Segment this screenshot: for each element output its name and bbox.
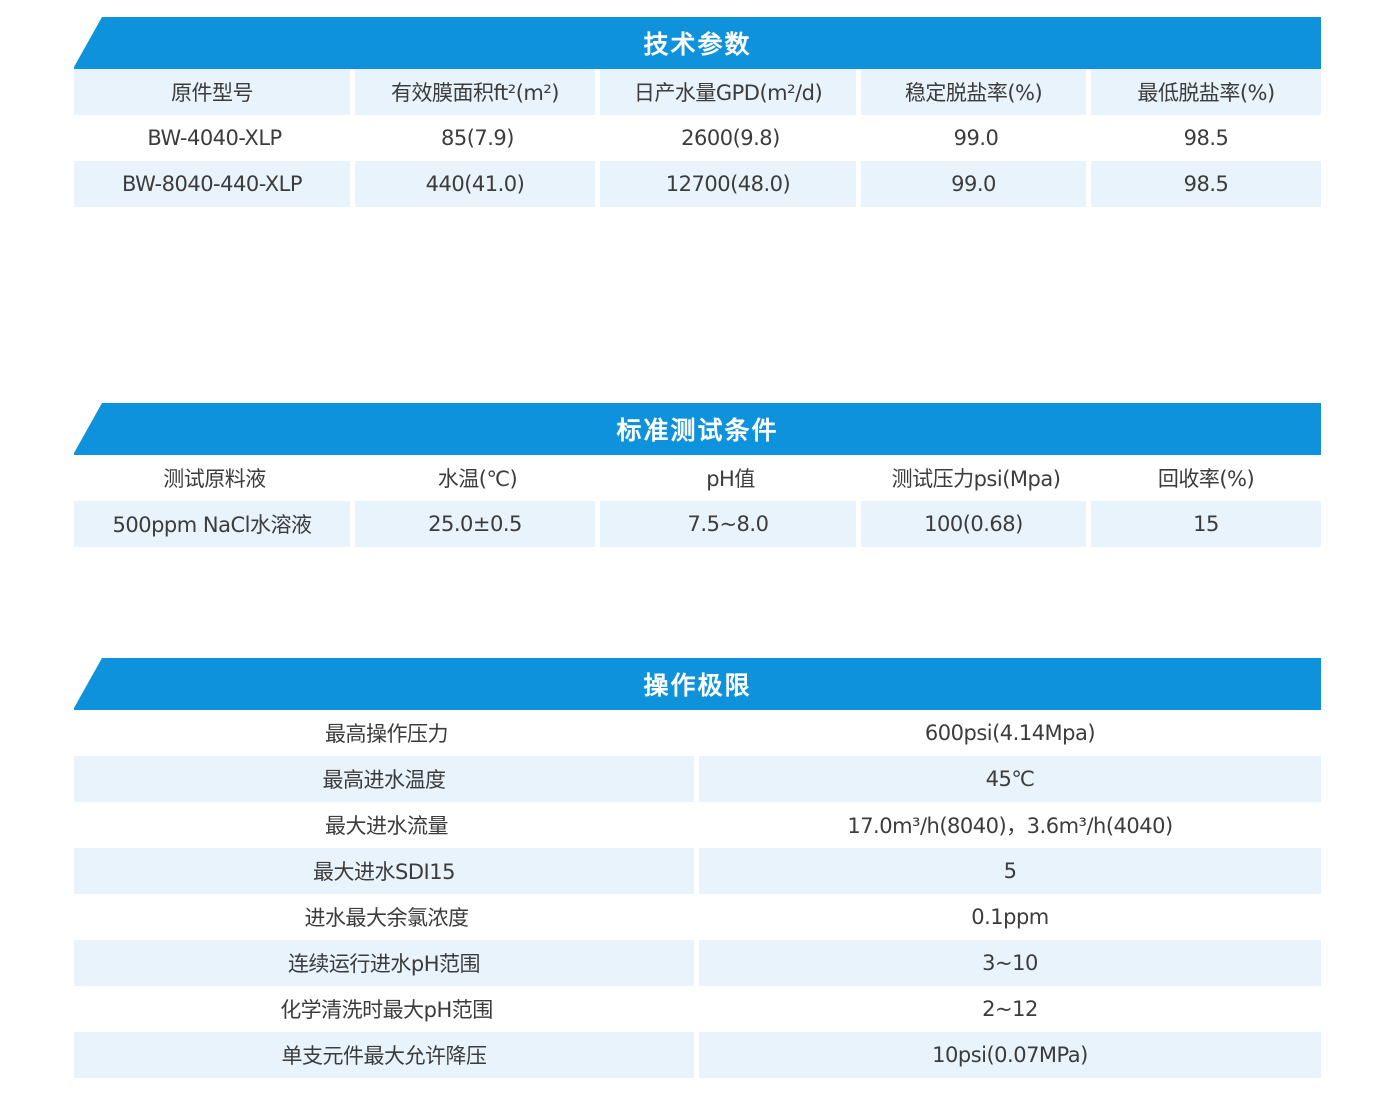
table-row: BW-8040-440-XLP 440(41.0) 12700(48.0) 99… <box>74 161 1321 207</box>
limit-label: 最大进水流量 <box>325 814 449 838</box>
test-conditions-table: 测试原料液 水温(℃) pH值 测试压力psi(Mpa) 回收率(%) 500p… <box>74 455 1321 547</box>
limit-value: 3~10 <box>699 940 1321 986</box>
table-row: 化学清洗时最大pH范围 2~12 <box>74 986 1321 1032</box>
header-cell: 原件型号 <box>74 69 355 115</box>
limits-table: 最高操作压力 600psi(4.14Mpa) 最高进水温度 45℃ 最大进水流量… <box>74 710 1321 1078</box>
header-cell: 水温(℃) <box>437 467 518 491</box>
test-conditions-banner: 标准测试条件 <box>74 403 1321 455</box>
header-cell: 日产水量GPD(m²/d) <box>600 69 861 115</box>
table-row: 最大进水SDI15 5 <box>74 848 1321 894</box>
table-cell: BW-4040-XLP <box>147 126 282 150</box>
table-cell: 98.5 <box>1091 161 1321 207</box>
header-cell: pH值 <box>706 467 755 491</box>
tech-params-section: 技术参数 原件型号 有效膜面积ft²(m²) 日产水量GPD(m²/d) 稳定脱… <box>74 17 1321 207</box>
limit-value: 10psi(0.07MPa) <box>699 1032 1321 1078</box>
table-cell: 7.5~8.0 <box>600 501 861 547</box>
table-cell: 2600(9.8) <box>681 126 780 150</box>
table-cell: 100(0.68) <box>861 501 1091 547</box>
limit-label: 单支元件最大允许降压 <box>74 1032 699 1078</box>
table-cell: 99.0 <box>953 126 999 150</box>
table-row: 最大进水流量 17.0m³/h(8040)，3.6m³/h(4040) <box>74 802 1321 848</box>
table-header-row: 测试原料液 水温(℃) pH值 测试压力psi(Mpa) 回收率(%) <box>74 455 1321 501</box>
limit-value: 2~12 <box>982 997 1038 1021</box>
test-conditions-section: 标准测试条件 测试原料液 水温(℃) pH值 测试压力psi(Mpa) 回收率(… <box>74 403 1321 547</box>
limit-label: 连续运行进水pH范围 <box>74 940 699 986</box>
limits-title: 操作极限 <box>643 671 752 700</box>
header-cell: 稳定脱盐率(%) <box>861 69 1091 115</box>
table-cell: 15 <box>1091 501 1321 547</box>
limit-label: 最大进水SDI15 <box>74 848 699 894</box>
table-row: 最高进水温度 45℃ <box>74 756 1321 802</box>
table-row: 最高操作压力 600psi(4.14Mpa) <box>74 710 1321 756</box>
table-cell: 12700(48.0) <box>600 161 861 207</box>
table-cell: 25.0±0.5 <box>355 501 600 547</box>
table-row: 单支元件最大允许降压 10psi(0.07MPa) <box>74 1032 1321 1078</box>
table-header-row: 原件型号 有效膜面积ft²(m²) 日产水量GPD(m²/d) 稳定脱盐率(%)… <box>74 69 1321 115</box>
table-row: 500ppm NaCl水溶液 25.0±0.5 7.5~8.0 100(0.68… <box>74 501 1321 547</box>
table-row: 进水最大余氯浓度 0.1ppm <box>74 894 1321 940</box>
table-cell: 85(7.9) <box>440 126 515 150</box>
limit-value: 45℃ <box>699 756 1321 802</box>
table-row: BW-4040-XLP 85(7.9) 2600(9.8) 99.0 98.5 <box>74 115 1321 161</box>
table-cell: 500ppm NaCl水溶液 <box>74 501 355 547</box>
limit-value: 17.0m³/h(8040)，3.6m³/h(4040) <box>847 814 1173 838</box>
header-cell: 有效膜面积ft²(m²) <box>355 69 600 115</box>
table-cell: 440(41.0) <box>355 161 600 207</box>
header-cell: 测试原料液 <box>163 467 266 491</box>
table-cell: 98.5 <box>1183 126 1229 150</box>
limits-banner: 操作极限 <box>74 658 1321 710</box>
tech-params-table: 原件型号 有效膜面积ft²(m²) 日产水量GPD(m²/d) 稳定脱盐率(%)… <box>74 69 1321 207</box>
tech-params-title: 技术参数 <box>643 30 752 59</box>
header-cell: 最低脱盐率(%) <box>1091 69 1321 115</box>
limit-label: 进水最大余氯浓度 <box>304 906 470 930</box>
limit-value: 5 <box>699 848 1321 894</box>
limit-value: 0.1ppm <box>971 905 1049 929</box>
test-conditions-title: 标准测试条件 <box>616 416 779 445</box>
table-cell: BW-8040-440-XLP <box>74 161 355 207</box>
limit-label: 化学清洗时最大pH范围 <box>280 998 493 1022</box>
limit-label: 最高操作压力 <box>325 722 449 746</box>
limits-section: 操作极限 最高操作压力 600psi(4.14Mpa) 最高进水温度 45℃ 最… <box>74 658 1321 1078</box>
header-cell: 测试压力psi(Mpa) <box>891 467 1061 491</box>
table-cell: 99.0 <box>861 161 1091 207</box>
table-row: 连续运行进水pH范围 3~10 <box>74 940 1321 986</box>
tech-params-banner: 技术参数 <box>74 17 1321 69</box>
header-cell: 回收率(%) <box>1157 467 1255 491</box>
limit-value: 600psi(4.14Mpa) <box>924 721 1096 745</box>
limit-label: 最高进水温度 <box>74 756 699 802</box>
